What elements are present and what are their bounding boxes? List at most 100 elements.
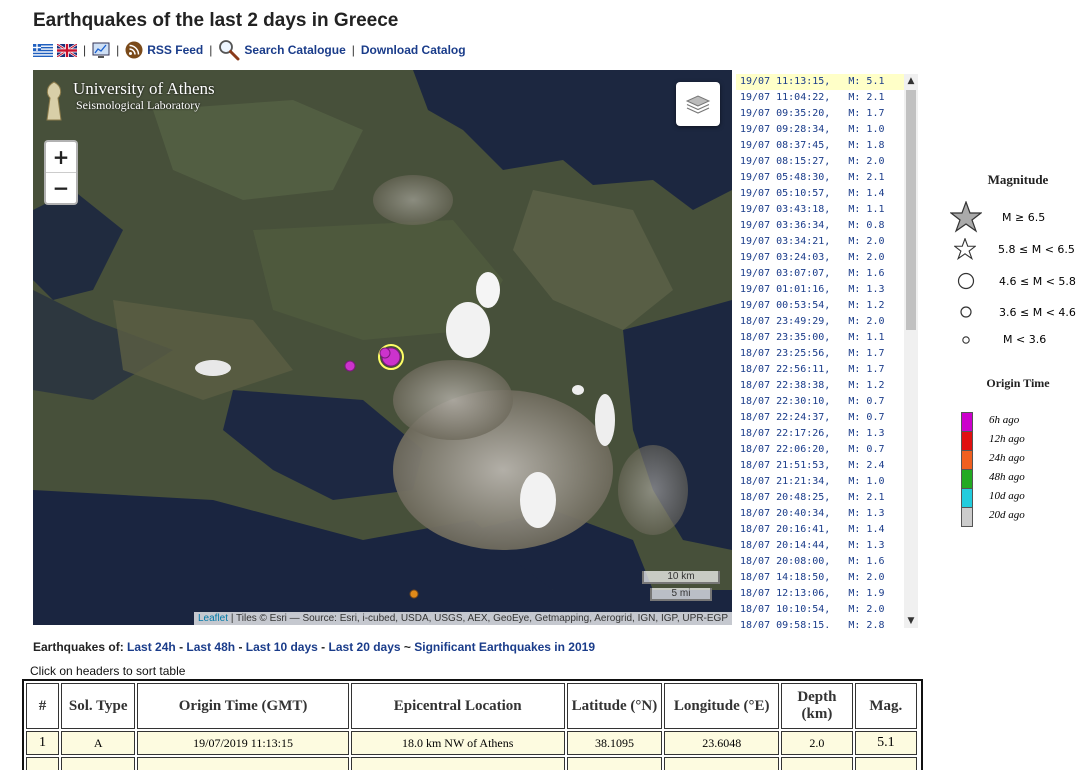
event-list-item[interactable]: 18/07 23:25:56, M: 1.7 — [736, 346, 904, 362]
table-header[interactable]: Mag. — [854, 683, 917, 729]
event-list-item[interactable]: 19/07 05:48:30, M: 2.1 — [736, 170, 904, 186]
table-cell: 38.1095 — [566, 731, 663, 755]
page-title: Earthquakes of the last 2 days in Greece — [33, 10, 399, 31]
event-list-item[interactable]: 18/07 12:13:06, M: 1.9 — [736, 586, 904, 602]
event-list-item[interactable]: 19/07 03:07:07, M: 1.6 — [736, 266, 904, 282]
origin-time-label: 12h ago — [989, 433, 1025, 445]
zoom-out-button[interactable]: − — [46, 172, 76, 203]
origin-time-swatch — [961, 450, 973, 469]
magnitude-legend-title: Magnitude — [987, 172, 1049, 187]
table-header[interactable]: Origin Time (GMT) — [137, 683, 349, 729]
period-dash: - — [321, 640, 326, 654]
origin-time-color-bar — [961, 412, 973, 527]
event-list-item[interactable]: 18/07 23:35:00, M: 1.1 — [736, 330, 904, 346]
event-list-item[interactable]: 18/07 10:10:54, M: 2.0 — [736, 602, 904, 618]
table-header[interactable]: Epicentral Location — [350, 683, 565, 729]
map[interactable]: University of Athens Seismological Labor… — [33, 70, 732, 625]
event-list-item[interactable]: 19/07 05:10:57, M: 1.4 — [736, 186, 904, 202]
uk-flag-icon[interactable] — [57, 43, 77, 57]
event-list-item[interactable]: 18/07 22:17:26, M: 1.3 — [736, 426, 904, 442]
monitor-chart-icon[interactable] — [92, 41, 110, 59]
magnifier-icon[interactable] — [218, 39, 240, 61]
event-magnitude: M: 1.3 — [848, 508, 885, 519]
legend-row-mag-36: 3.6 ≤ M < 4.6 — [959, 305, 1076, 319]
table-header[interactable]: Depth (km) — [781, 683, 853, 729]
table-cell: 19/07/2019 11:13:15 — [137, 731, 349, 755]
event-list-item[interactable]: 18/07 14:18:50, M: 2.0 — [736, 570, 904, 586]
event-magnitude: M: 1.4 — [848, 524, 885, 535]
toolbar: | | RSS Feed | Search Catalogue | Downlo… — [33, 39, 466, 61]
event-time: 19/07 09:35:20, — [740, 108, 831, 119]
scale-mi-label: 5 mi — [650, 588, 712, 601]
event-list-item[interactable]: 18/07 23:49:29, M: 2.0 — [736, 314, 904, 330]
leaflet-link[interactable]: Leaflet — [198, 613, 228, 624]
event-magnitude: M: 0.7 — [848, 396, 885, 407]
event-list-item[interactable]: 19/07 03:24:03, M: 2.0 — [736, 250, 904, 266]
event-list-item[interactable]: 19/07 08:15:27, M: 2.0 — [736, 154, 904, 170]
table-header[interactable]: # — [26, 683, 60, 729]
scroll-up-icon[interactable]: ▲ — [904, 74, 918, 88]
event-list[interactable]: 19/07 11:13:15, M: 5.1 19/07 11:04:22, M:… — [736, 74, 904, 628]
medium-circle-icon — [960, 306, 972, 318]
map-attribution: Leaflet | Tiles © Esri — Source: Esri, i… — [194, 612, 732, 625]
event-list-item[interactable]: 18/07 21:21:34, M: 1.0 — [736, 474, 904, 490]
table-row[interactable]: 1 A 19/07/2019 11:13:15 18.0 km NW of Athen… — [26, 731, 917, 755]
table-header[interactable]: Latitude (°N) — [566, 683, 663, 729]
event-list-item[interactable]: 19/07 03:43:18, M: 1.1 — [736, 202, 904, 218]
event-list-item[interactable]: 19/07 03:36:34, M: 0.8 — [736, 218, 904, 234]
event-list-item[interactable]: 18/07 21:51:53, M: 2.4 — [736, 458, 904, 474]
event-list-item[interactable]: 18/07 20:40:34, M: 1.3 — [736, 506, 904, 522]
earthquake-table: # Sol. Type Origin Time (GMT) Epicentral Lo… — [22, 679, 923, 770]
event-time: 19/07 08:37:45, — [740, 140, 831, 151]
event-time: 18/07 22:30:10, — [740, 396, 831, 407]
last-20-days-link[interactable]: Last 20 days — [329, 640, 401, 654]
event-list-item[interactable]: 18/07 20:14:44, M: 1.3 — [736, 538, 904, 554]
last-48h-link[interactable]: Last 48h — [186, 640, 235, 654]
event-list-item[interactable]: 18/07 22:24:37, M: 0.7 — [736, 410, 904, 426]
event-list-item[interactable]: 19/07 00:53:54, M: 1.2 — [736, 298, 904, 314]
last-24h-link[interactable]: Last 24h — [127, 640, 176, 654]
attribution-text: | Tiles © Esri — Source: Esri, i-cubed, … — [230, 613, 728, 624]
event-list-item[interactable]: 18/07 09:58:15, M: 2.8 — [736, 618, 904, 628]
origin-time-swatch — [961, 469, 973, 488]
event-list-item[interactable]: 19/07 11:13:15, M: 5.1 — [736, 74, 904, 90]
zoom-in-button[interactable]: + — [46, 142, 76, 172]
event-list-item[interactable]: 18/07 20:16:41, M: 1.4 — [736, 522, 904, 538]
event-time: 19/07 11:13:15, — [740, 76, 831, 87]
table-row[interactable] — [26, 757, 917, 770]
scroll-thumb[interactable] — [906, 90, 916, 330]
event-time: 18/07 22:56:11, — [740, 364, 831, 375]
significant-earthquakes-link[interactable]: Significant Earthquakes in 2019 — [414, 640, 595, 654]
event-list-item[interactable]: 18/07 22:56:11, M: 1.7 — [736, 362, 904, 378]
event-list-item[interactable]: 18/07 20:08:00, M: 1.6 — [736, 554, 904, 570]
event-time: 18/07 09:58:15, — [740, 620, 831, 628]
greek-flag-icon[interactable] — [33, 43, 53, 57]
search-catalogue-link[interactable]: Search Catalogue — [244, 43, 345, 57]
table-header[interactable]: Longitude (°E) — [664, 683, 780, 729]
layers-button[interactable] — [676, 82, 720, 126]
rss-feed-link[interactable]: RSS Feed — [147, 43, 203, 57]
table-cell: 18.0 km NW of Athens — [350, 731, 565, 755]
event-list-item[interactable]: 18/07 22:38:38, M: 1.2 — [736, 378, 904, 394]
download-catalog-link[interactable]: Download Catalog — [361, 43, 466, 57]
event-list-item[interactable]: 19/07 09:35:20, M: 1.7 — [736, 106, 904, 122]
event-list-item[interactable]: 18/07 22:30:10, M: 0.7 — [736, 394, 904, 410]
table-header[interactable]: Sol. Type — [61, 683, 136, 729]
event-list-item[interactable]: 19/07 08:37:45, M: 1.8 — [736, 138, 904, 154]
event-list-item[interactable]: 18/07 20:48:25, M: 2.1 — [736, 490, 904, 506]
logo-name: University of Athens — [73, 79, 215, 98]
event-list-item[interactable]: 19/07 01:01:16, M: 1.3 — [736, 282, 904, 298]
rss-icon[interactable] — [125, 41, 143, 59]
event-magnitude: M: 2.0 — [848, 572, 885, 583]
last-10-days-link[interactable]: Last 10 days — [246, 640, 318, 654]
event-list-item[interactable]: 19/07 03:34:21, M: 2.0 — [736, 234, 904, 250]
origin-time-label: 6h ago — [989, 414, 1020, 426]
event-time: 19/07 08:15:27, — [740, 156, 831, 167]
event-time: 19/07 03:34:21, — [740, 236, 831, 247]
separator: | — [351, 43, 355, 57]
event-list-item[interactable]: 18/07 22:06:20, M: 0.7 — [736, 442, 904, 458]
event-list-scrollbar[interactable]: ▲ ▼ — [904, 74, 918, 628]
event-list-item[interactable]: 19/07 11:04:22, M: 2.1 — [736, 90, 904, 106]
scroll-down-icon[interactable]: ▼ — [904, 614, 918, 628]
event-list-item[interactable]: 19/07 09:28:34, M: 1.0 — [736, 122, 904, 138]
